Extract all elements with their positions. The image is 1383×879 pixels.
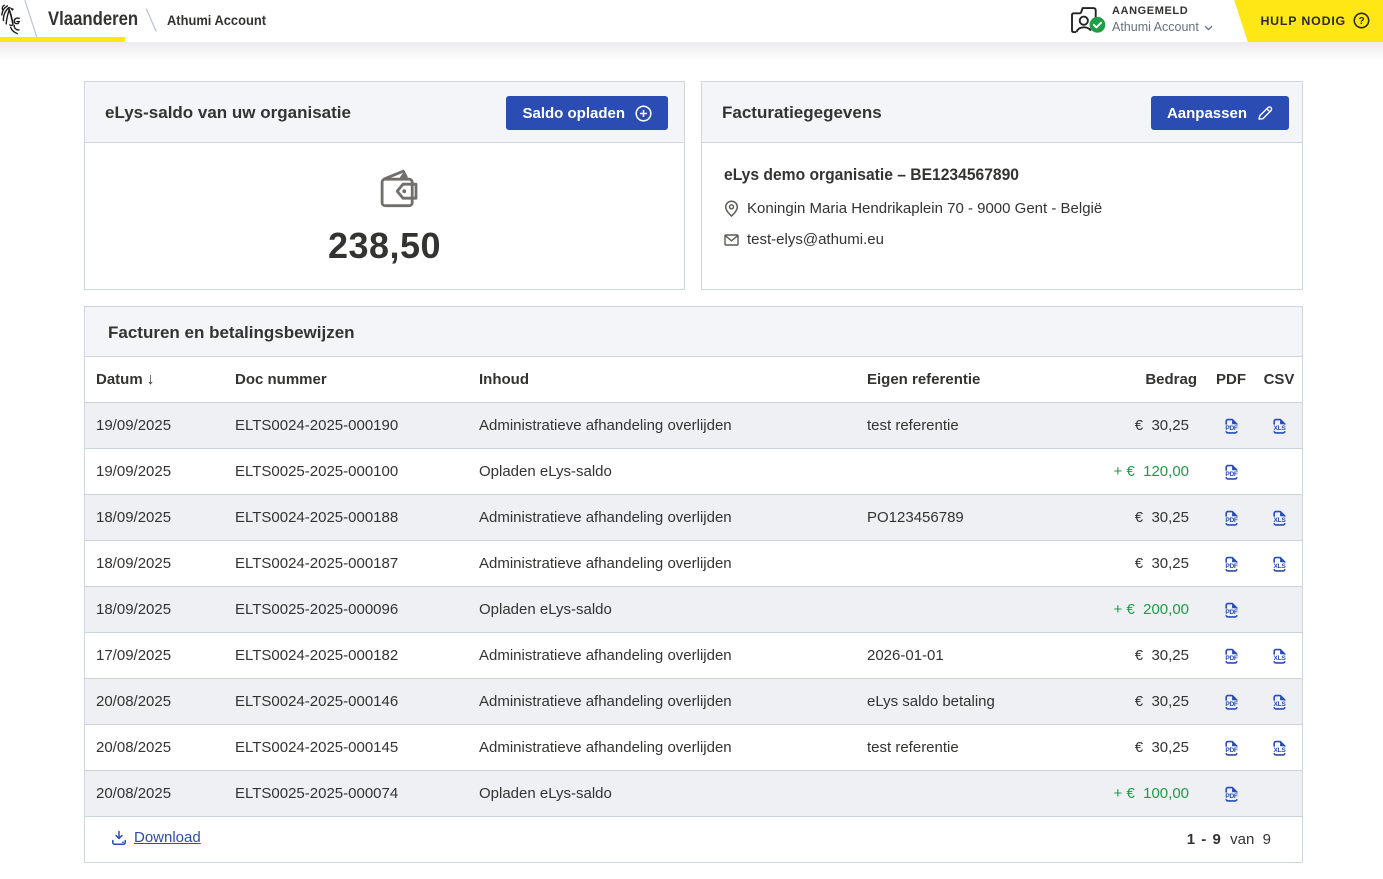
svg-text:PDF: PDF: [1225, 562, 1238, 569]
svg-text:XLS: XLS: [1273, 424, 1286, 431]
svg-text:?: ?: [1358, 16, 1364, 27]
svg-text:XLS: XLS: [1273, 654, 1286, 661]
svg-text:XLS: XLS: [1273, 516, 1286, 523]
svg-text:PDF: PDF: [1225, 700, 1238, 707]
svg-text:PDF: PDF: [1225, 470, 1238, 477]
svg-text:PDF: PDF: [1225, 654, 1238, 661]
svg-text:PDF: PDF: [1225, 424, 1238, 431]
svg-text:PDF: PDF: [1225, 792, 1238, 799]
svg-text:XLS: XLS: [1273, 562, 1286, 569]
svg-text:PDF: PDF: [1225, 746, 1238, 753]
svg-text:PDF: PDF: [1225, 516, 1238, 523]
svg-text:XLS: XLS: [1273, 700, 1286, 707]
svg-text:XLS: XLS: [1273, 746, 1286, 753]
svg-text:PDF: PDF: [1225, 608, 1238, 615]
